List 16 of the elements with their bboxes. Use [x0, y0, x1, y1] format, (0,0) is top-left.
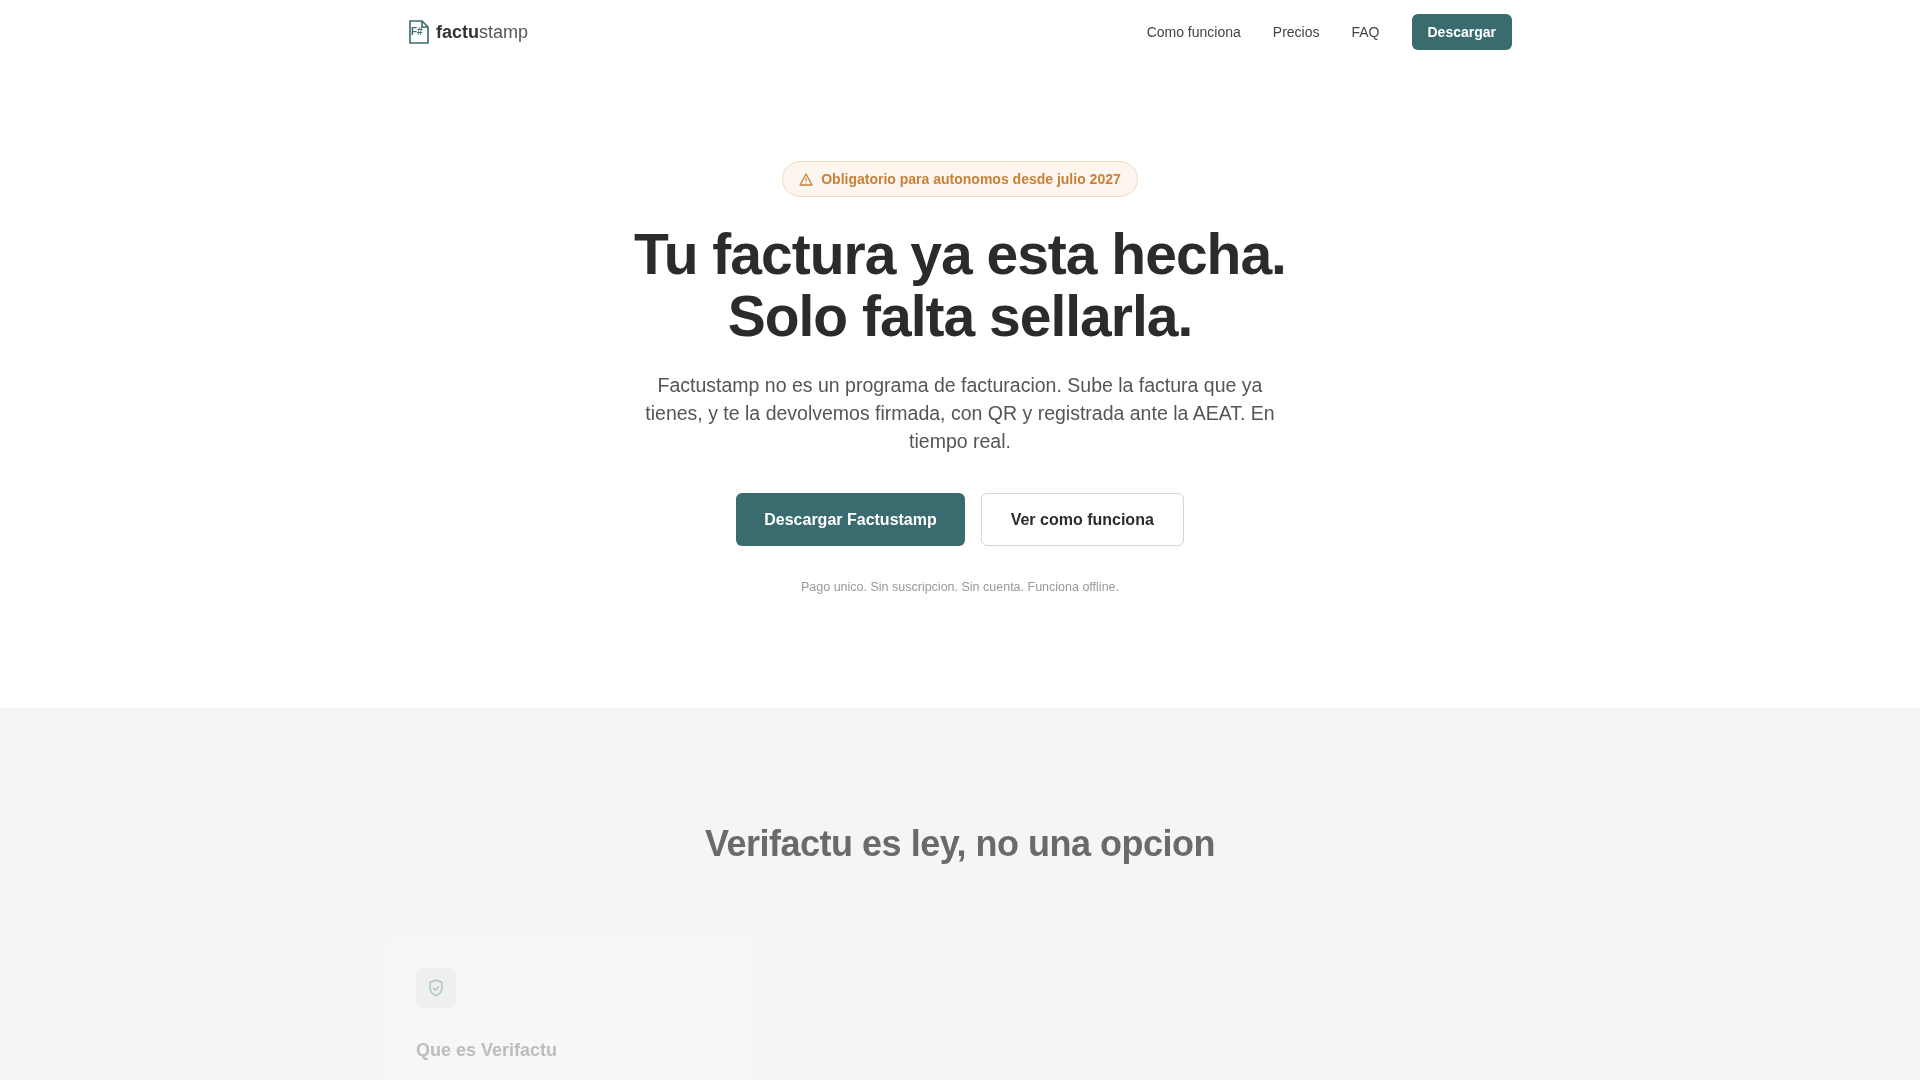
pricing-note: Pago unico. Sin suscripcion. Sin cuenta. Funciona offline.: [801, 580, 1119, 594]
shield-check-icon: [416, 968, 456, 1008]
card-title: Que es Verifactu: [416, 1040, 559, 1061]
hero-title: Tu factura ya esta hecha. Solo falta sellarla.: [634, 223, 1286, 347]
how-it-works-button[interactable]: Ver como funciona: [980, 493, 1184, 546]
download-button[interactable]: Descargar Factustamp: [736, 493, 965, 546]
logo-text[interactable]: factustamp: [436, 21, 529, 43]
hero-subtitle: Factustamp no es un programa de facturacion. Sube la factura que ya tienes, y te la devolvemos firmada, con QR y registrada ante la AEAT. En tiempo real.: [644, 373, 1276, 454]
download-button[interactable]: Descargar: [1411, 14, 1512, 50]
nav-link[interactable]: Como funciona: [1146, 24, 1241, 40]
nav-link[interactable]: Precios: [1272, 24, 1320, 40]
badge-text: Obligatorio para autonomos desde julio 2027: [821, 171, 1121, 187]
section-title: Verifactu es ley, no una opcion: [704, 822, 1216, 866]
nav-link[interactable]: FAQ: [1351, 24, 1380, 40]
warning-icon: [799, 172, 814, 186]
logo-icon: F#: [408, 20, 430, 44]
